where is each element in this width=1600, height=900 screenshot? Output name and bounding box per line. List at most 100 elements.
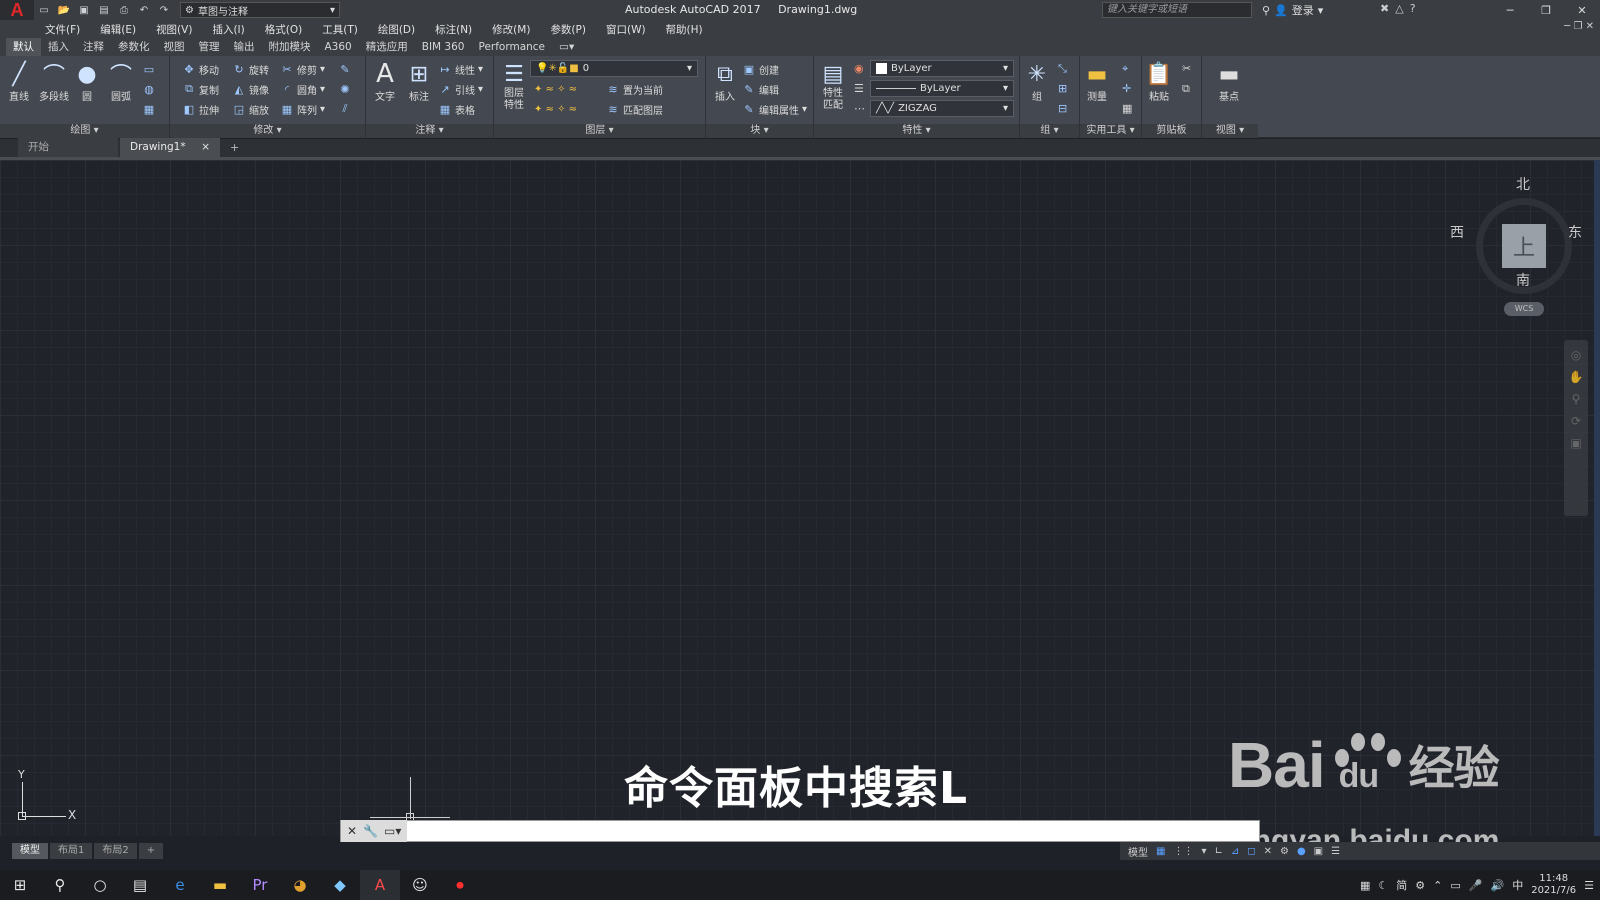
settings-icon[interactable]: ⚙ (1415, 879, 1425, 892)
tab-parametric[interactable]: 参数化 (111, 38, 157, 56)
minimize-icon[interactable]: ─ (1492, 0, 1528, 20)
viewcube-south[interactable]: 南 (1516, 270, 1530, 290)
calculator-icon[interactable]: ▦ (1122, 102, 1132, 115)
menu-file[interactable]: 文件(F) (45, 22, 80, 37)
viewcube-west[interactable]: 西 (1450, 222, 1464, 242)
ime-simplified[interactable]: 简 (1396, 877, 1407, 893)
layer-tools-icons-2[interactable]: ✦ ≈ ✧ ≈ (534, 100, 577, 118)
tab-start[interactable]: 开始 (18, 138, 118, 157)
search-icon[interactable]: ⚲ (40, 870, 80, 900)
menu-view[interactable]: 视图(V) (156, 22, 192, 37)
tab-addins[interactable]: 附加模块 (262, 38, 318, 56)
lineweight-dropdown[interactable]: ByLayer ▾ (870, 80, 1014, 97)
tab-insert[interactable]: 插入 (41, 38, 76, 56)
trim-button[interactable]: ✂ 修剪 ▾ (280, 60, 325, 78)
menu-modify[interactable]: 修改(M) (492, 22, 530, 37)
ungroup-icon[interactable]: ⤡ (1058, 62, 1067, 76)
chrome-icon[interactable]: ◕ (280, 870, 320, 900)
panel-modify-title[interactable]: 修改 ▾ (170, 124, 365, 138)
menu-window[interactable]: 窗口(W) (606, 22, 646, 37)
linear-button[interactable]: ↦ 线性 ▾ (438, 60, 483, 78)
panel-block-title[interactable]: 块 ▾ (706, 124, 813, 138)
menu-edit[interactable]: 编辑(E) (100, 22, 136, 37)
open-file-icon[interactable]: 📂 (56, 3, 72, 17)
color-wheel-icon[interactable]: ◉ (854, 62, 864, 75)
workspace-switch-icon[interactable]: ⚙ (1280, 846, 1289, 857)
polyline-button[interactable]: ⌒ 多段线 (36, 60, 72, 103)
windows-start-icon[interactable]: ⊞ (0, 870, 40, 900)
panel-clipboard-title[interactable]: 剪贴板 (1142, 124, 1201, 138)
command-input[interactable] (407, 821, 1259, 841)
set-current-layer-button[interactable]: ≋ 置为当前 (606, 80, 663, 98)
autocad-logo-icon[interactable]: A (0, 0, 34, 20)
new-tab-icon[interactable]: + (222, 138, 247, 157)
file-explorer-icon[interactable]: ▬ (200, 870, 240, 900)
signin-button[interactable]: ⚲ 👤 登录 ▾ (1262, 2, 1323, 18)
print-icon[interactable]: ⎙ (116, 3, 132, 17)
chevron-up-icon[interactable]: ⌃ (1433, 879, 1442, 892)
clock[interactable]: 11:48 2021/7/6 (1531, 873, 1576, 897)
layout-tab-1[interactable]: 布局1 (50, 843, 93, 859)
redo-icon[interactable]: ↷ (156, 3, 172, 17)
match-layer-button[interactable]: ≋ 匹配图层 (606, 100, 663, 118)
ucs-icon[interactable]: Y X (12, 768, 82, 826)
notification-icon[interactable]: ☰ (1584, 879, 1594, 892)
hatch-button[interactable]: ◍ (142, 80, 156, 98)
panel-groups-title[interactable]: 组 ▾ (1020, 124, 1079, 138)
mirror-button[interactable]: ◭ 镜像 (232, 80, 269, 98)
pan-icon[interactable]: ✋ (1569, 370, 1584, 384)
tab-featured-apps[interactable]: 精选应用 (359, 38, 415, 56)
help-icon[interactable]: ? (1410, 2, 1416, 15)
grid-icon[interactable]: ▦ (1156, 846, 1165, 857)
quick-select-icon[interactable]: ⌖ (1122, 62, 1128, 76)
match-properties-button[interactable]: ▤ 特性匹配 (818, 60, 848, 112)
tab-bim360[interactable]: BIM 360 (415, 38, 472, 56)
customize-icon[interactable]: 🔧 (363, 824, 378, 838)
tab-drawing1[interactable]: Drawing1* × (120, 138, 220, 157)
rectangle-button[interactable]: ▭ (142, 60, 156, 78)
showmotion-icon[interactable]: ▣ (1570, 436, 1581, 450)
notebook-icon[interactable]: ◆ (320, 870, 360, 900)
isolate-icon[interactable]: ● (1297, 846, 1306, 857)
polar-icon[interactable]: ⊿ (1231, 846, 1239, 857)
base-point-button[interactable]: ▬ 基点 (1214, 60, 1244, 104)
screen-record-icon[interactable]: ⏺ (440, 870, 480, 900)
edge-icon[interactable]: e (160, 870, 200, 900)
linetype-icon[interactable]: ⋯ (854, 102, 865, 115)
volume-icon[interactable]: 🔊 (1491, 879, 1505, 892)
add-layout-icon[interactable]: + (138, 843, 164, 859)
fillet-button[interactable]: ◜ 圆角 ▾ (280, 80, 325, 98)
task-view-icon[interactable]: ▤ (120, 870, 160, 900)
autocad-taskbar-icon[interactable]: A (360, 870, 400, 900)
tab-manage[interactable]: 管理 (192, 38, 227, 56)
scale-button[interactable]: ◲ 缩放 (232, 100, 269, 118)
rotate-button[interactable]: ↻ 旋转 (232, 60, 269, 78)
keyboard-icon[interactable]: ▦ (1360, 879, 1370, 892)
command-prompt-icon[interactable]: ▭▾ (384, 824, 401, 838)
undo-icon[interactable]: ↶ (136, 3, 152, 17)
lineweight-icon[interactable]: ☰ (854, 82, 864, 95)
menu-draw[interactable]: 绘图(D) (378, 22, 415, 37)
binoculars-icon[interactable]: ⚲ (1262, 4, 1270, 17)
explode-button[interactable]: ✺ (338, 80, 352, 98)
panel-annotation-title[interactable]: 注释 ▾ (366, 124, 493, 138)
point-icon[interactable]: ✛ (1122, 82, 1131, 95)
panel-view-title[interactable]: 视图 ▾ (1202, 124, 1258, 138)
save-icon[interactable]: ▣ (76, 3, 92, 17)
color-dropdown[interactable]: ByLayer ▾ (870, 60, 1014, 77)
menu-help[interactable]: 帮助(H) (666, 22, 703, 37)
tab-performance[interactable]: Performance (471, 38, 552, 56)
text-button[interactable]: A 文字 (370, 59, 400, 103)
annotation-icon[interactable]: ✕ (1264, 846, 1272, 857)
leader-button[interactable]: ↗ 引线 ▾ (438, 80, 483, 98)
chevron-down-icon[interactable]: ▾ (1201, 846, 1206, 857)
model-space-button[interactable]: 模型 (1128, 844, 1148, 859)
cortana-icon[interactable]: ○ (80, 870, 120, 900)
premiere-icon[interactable]: Pr (240, 870, 280, 900)
stretch-button[interactable]: ◧ 拉伸 (182, 100, 219, 118)
cut-icon[interactable]: ✂ (1182, 62, 1191, 75)
tab-a360[interactable]: A360 (318, 38, 359, 56)
search-input[interactable]: 键入关键字或短语 (1102, 2, 1252, 18)
avatar-app-icon[interactable]: ☺ (400, 870, 440, 900)
viewcube[interactable]: 上 北 南 西 东 (1450, 177, 1584, 300)
